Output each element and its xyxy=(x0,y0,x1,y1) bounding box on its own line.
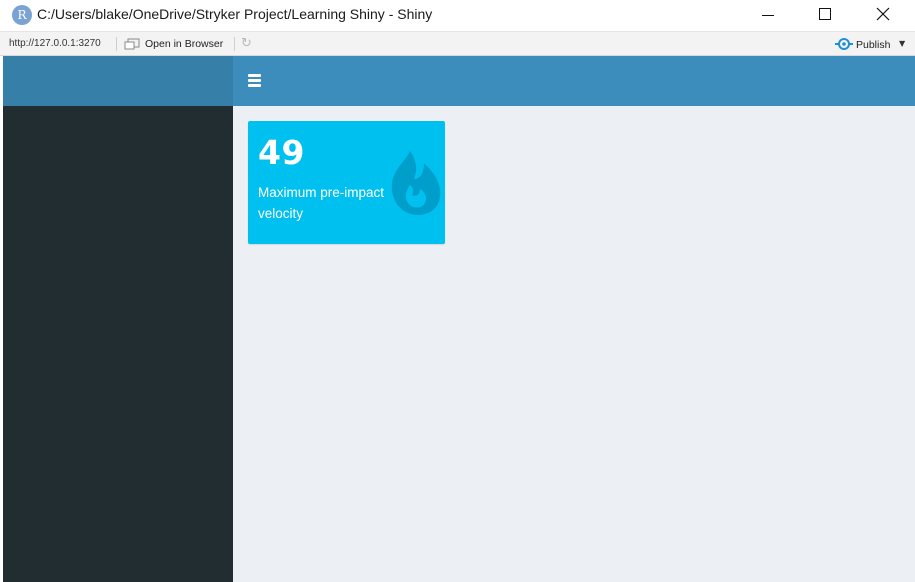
maximize-button[interactable] xyxy=(797,0,855,31)
publish-icon xyxy=(835,38,853,50)
window-title: C:/Users/blake/OneDrive/Stryker Project/… xyxy=(37,6,433,22)
sidebar xyxy=(3,106,233,582)
window-titlebar: R C:/Users/blake/OneDrive/Stryker Projec… xyxy=(0,0,915,31)
minimize-button[interactable] xyxy=(739,0,797,31)
value-box: 49 Maximum pre-impact velocity xyxy=(248,121,445,244)
url-display: http://127.0.0.1:3270 xyxy=(9,38,101,49)
refresh-icon[interactable]: ↻ xyxy=(241,36,252,51)
shiny-dashboard: 49 Maximum pre-impact velocity xyxy=(3,56,915,582)
header-navbar xyxy=(233,56,915,106)
close-icon xyxy=(876,7,890,21)
publish-label: Publish xyxy=(856,39,891,51)
toolbar-divider xyxy=(116,37,117,51)
viewer-toolbar: http://127.0.0.1:3270 Open in Browser ↻ … xyxy=(0,31,915,56)
sidebar-toggle-icon[interactable] xyxy=(248,74,261,87)
fire-icon xyxy=(391,151,441,215)
browser-window-icon xyxy=(124,38,140,50)
chevron-down-icon[interactable]: ▼ xyxy=(899,39,905,48)
open-in-browser-label: Open in Browser xyxy=(145,38,224,50)
toolbar-divider xyxy=(234,37,235,51)
rstudio-icon: R xyxy=(12,5,32,25)
value-box-subtitle: Maximum pre-impact velocity xyxy=(258,185,385,221)
value-box-value: 49 xyxy=(258,133,305,172)
header-logo-area xyxy=(3,56,233,106)
close-button[interactable] xyxy=(855,0,913,31)
